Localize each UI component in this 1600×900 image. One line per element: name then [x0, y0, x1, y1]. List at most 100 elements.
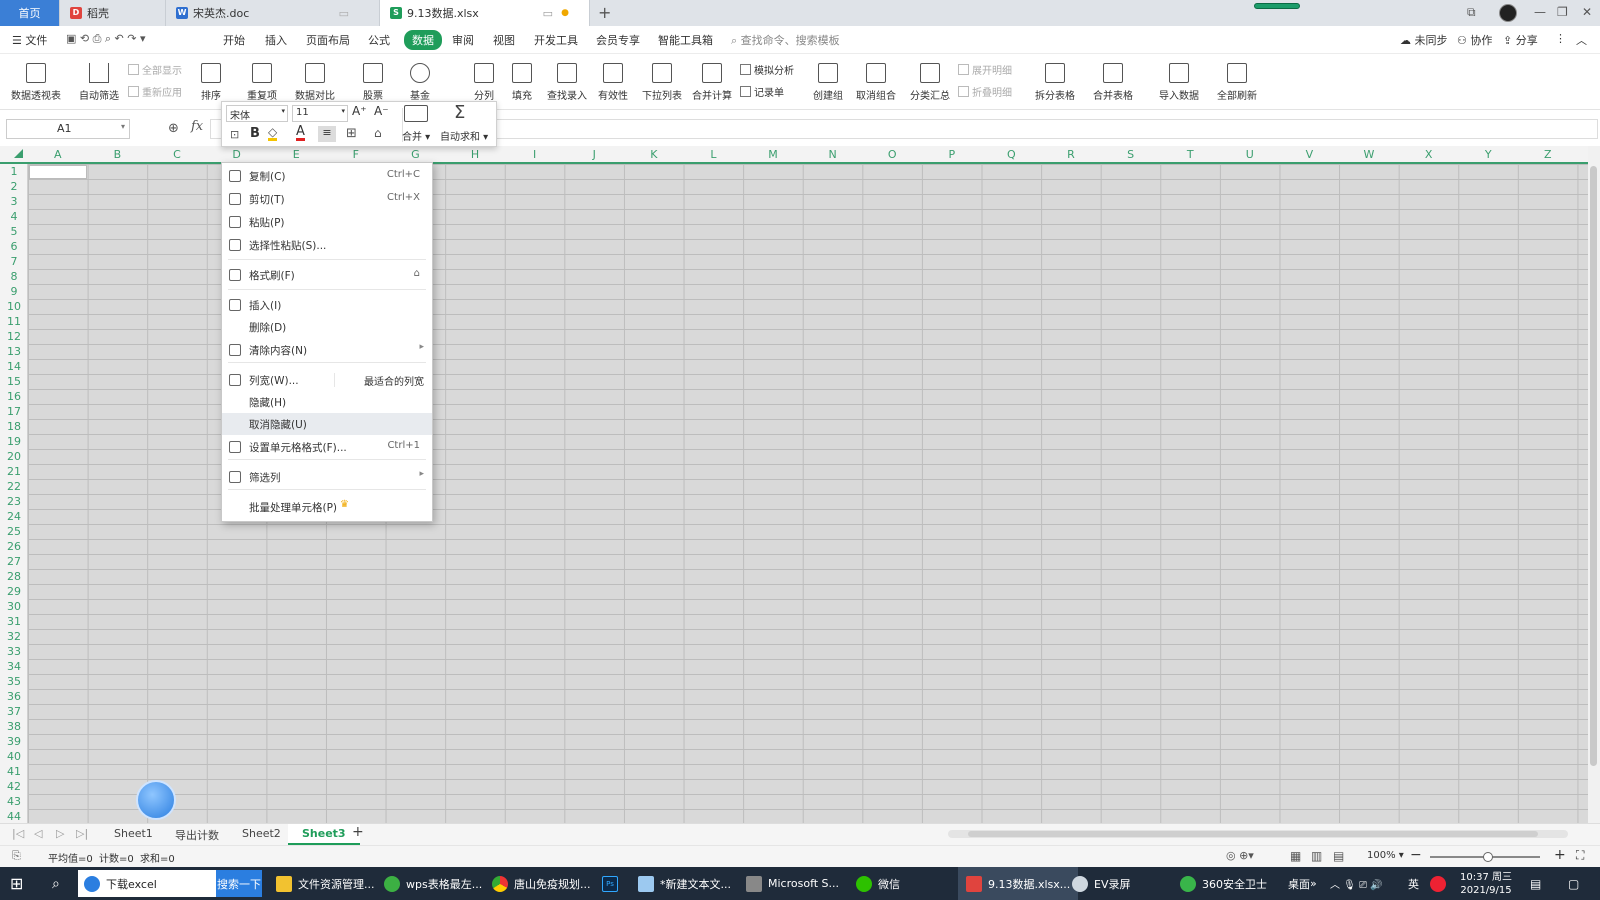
column-header[interactable]: R [1041, 146, 1101, 164]
create-group-button[interactable]: 创建组 [812, 54, 844, 108]
row-header[interactable]: 22 [0, 479, 28, 494]
active-cell-a1[interactable] [29, 165, 87, 179]
row-header[interactable]: 38 [0, 719, 28, 734]
column-header[interactable]: X [1399, 146, 1459, 164]
row-header[interactable]: 29 [0, 584, 28, 599]
column-header[interactable]: C [147, 146, 207, 164]
subtotal-button[interactable]: 分类汇总 [908, 54, 952, 108]
row-header[interactable]: 21 [0, 464, 28, 479]
menu-item-format-painter[interactable]: 格式刷(F) ⌂ [222, 264, 432, 286]
column-header[interactable]: U [1220, 146, 1280, 164]
sheet-nav-first-icon[interactable]: |◁ [12, 827, 24, 840]
row-header[interactable]: 43 [0, 794, 28, 809]
sheet-tab-sheet2[interactable]: Sheet2 [242, 827, 281, 840]
menu-insert[interactable]: 插入 [265, 32, 287, 48]
menu-start[interactable]: 开始 [223, 32, 245, 48]
menu-data-active[interactable]: 数据 [404, 30, 442, 50]
borders-icon[interactable]: ⊞ [346, 126, 357, 141]
clock[interactable]: 10:37 周三 2021/9/15 [1460, 867, 1512, 900]
taskbar-chrome[interactable]: 唐山免疫规划... [492, 867, 591, 900]
scrollbar-thumb[interactable] [1590, 166, 1597, 766]
row-header[interactable]: 16 [0, 389, 28, 404]
row-header[interactable]: 34 [0, 659, 28, 674]
record-button[interactable]: 记录单 [740, 84, 784, 99]
column-header[interactable]: L [684, 146, 744, 164]
column-header[interactable]: P [922, 146, 982, 164]
restore-icon[interactable]: ❐ [1557, 5, 1568, 19]
format-icon[interactable]: ⊡ [230, 128, 239, 141]
menu-item-format-cells[interactable]: 设置单元格格式(F)... Ctrl+1 [222, 436, 432, 458]
row-header[interactable]: 27 [0, 554, 28, 569]
row-header[interactable]: 33 [0, 644, 28, 659]
taskbar-photoshop[interactable]: Ps [602, 867, 624, 900]
action-center-icon[interactable]: ▢ [1568, 867, 1579, 900]
font-select[interactable]: 宋体 ▾ [226, 105, 288, 122]
best-fit-width-option[interactable]: 最适合的列宽 [364, 373, 424, 388]
collab-button[interactable]: ⚇ 协作 [1457, 32, 1492, 48]
dropdown-list-button[interactable]: 下拉列表 [640, 54, 684, 108]
column-header[interactable]: B [88, 146, 148, 164]
row-header[interactable]: 8 [0, 269, 28, 284]
row-header[interactable]: 18 [0, 419, 28, 434]
macro-icon[interactable]: ⎘ [12, 849, 21, 863]
sync-button[interactable]: ☁ 未同步 [1400, 32, 1448, 48]
merge-table-button[interactable]: 合并表格 [1088, 54, 1138, 108]
zoom-slider-handle[interactable] [1483, 852, 1493, 862]
row-header[interactable]: 32 [0, 629, 28, 644]
normal-view-icon[interactable]: ▦ [1290, 849, 1301, 863]
menu-review[interactable]: 审阅 [452, 32, 474, 48]
column-header[interactable]: Q [982, 146, 1042, 164]
menu-item-copy[interactable]: 复制(C) Ctrl+C [222, 165, 432, 187]
search-icon[interactable]: ⌕ [52, 867, 60, 900]
refresh-all-button[interactable]: 全部刷新 [1212, 54, 1262, 108]
close-icon[interactable]: ✕ [1582, 5, 1592, 19]
add-sheet-icon[interactable]: + [352, 824, 364, 840]
column-header[interactable]: A [28, 146, 88, 164]
menu-page-layout[interactable]: 页面布局 [306, 32, 350, 48]
validity-button[interactable]: 有效性 [594, 54, 632, 108]
taskbar-search-box[interactable]: 下载excel [78, 870, 216, 897]
autosum-button[interactable]: 自动求和 ▾ [440, 128, 488, 143]
menu-item-batch-process[interactable]: 批量处理单元格(P) ♛ [222, 496, 432, 518]
sheet-nav-prev-icon[interactable]: ◁ [34, 827, 42, 840]
select-all-corner[interactable] [14, 149, 23, 158]
row-header[interactable]: 14 [0, 359, 28, 374]
taskbar-desktop[interactable]: 桌面 » [1288, 867, 1317, 900]
font-size-select[interactable]: 11 ▾ [292, 105, 348, 122]
notification-badge-icon[interactable]: ▤ [1530, 867, 1541, 900]
row-header[interactable]: 23 [0, 494, 28, 509]
minimize-icon[interactable]: — [1534, 5, 1546, 19]
page-break-view-icon[interactable]: ▥ [1311, 849, 1322, 863]
share-button[interactable]: ⇪ 分享 [1503, 32, 1538, 48]
row-header[interactable]: 9 [0, 284, 28, 299]
compare-button[interactable]: 数据对比 [290, 54, 340, 108]
quick-access-toolbar[interactable]: ▣ ⟲ ⎙ ⌕ ↶ ↷ ▾ [66, 32, 146, 46]
zoom-in-icon[interactable]: + [1554, 847, 1566, 863]
menu-member[interactable]: 会员专享 [596, 32, 640, 48]
menu-item-unhide[interactable]: 取消隐藏(U) [222, 413, 432, 435]
column-header[interactable]: Y [1458, 146, 1518, 164]
menu-item-cut[interactable]: 剪切(T) Ctrl+X [222, 188, 432, 210]
tray-icons[interactable]: ︿ 🎙 ⎚ 🔊 [1330, 867, 1383, 900]
row-header[interactable]: 2 [0, 179, 28, 194]
zoom-out-icon[interactable]: − [1410, 847, 1422, 863]
menu-item-insert[interactable]: 插入(I) [222, 294, 432, 316]
fill-button[interactable]: 填充 [506, 54, 538, 108]
taskbar-search-button[interactable]: 搜索一下 [216, 870, 262, 897]
expand-detail-button[interactable]: 展开明细 [958, 62, 1012, 77]
autofilter-button[interactable]: 自动筛选 [76, 54, 122, 108]
sheet-nav-next-icon[interactable]: ▷ [56, 827, 64, 840]
menu-item-paste[interactable]: 粘贴(P) [222, 211, 432, 233]
windows-start-icon[interactable]: ⊞ [10, 867, 23, 900]
row-header[interactable]: 17 [0, 404, 28, 419]
column-header[interactable]: T [1160, 146, 1220, 164]
sheet-tab-sheet3-active[interactable]: Sheet3 [288, 824, 360, 845]
row-header[interactable]: 11 [0, 314, 28, 329]
row-header[interactable]: 12 [0, 329, 28, 344]
row-header[interactable]: 36 [0, 689, 28, 704]
tab-docer[interactable]: D 稻壳 [60, 0, 166, 26]
taskbar-wechat[interactable]: 微信 [856, 867, 900, 900]
row-header[interactable]: 4 [0, 209, 28, 224]
menu-formula[interactable]: 公式 [368, 32, 390, 48]
bold-button[interactable]: B [250, 126, 260, 141]
